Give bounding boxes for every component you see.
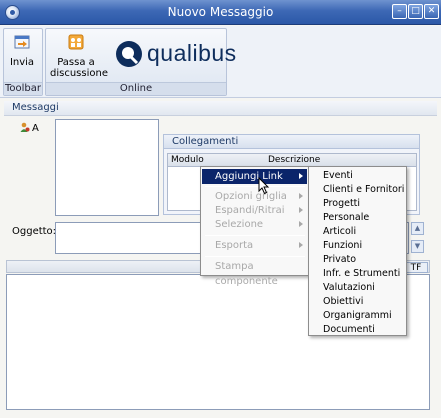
minimize-button[interactable]: – — [392, 4, 407, 19]
discussion-label-1: Passa a — [57, 57, 95, 68]
column-header-description[interactable]: Descrizione — [268, 154, 320, 166]
group-label-online: Online — [46, 82, 226, 95]
discussion-label-2: discussione — [50, 68, 108, 79]
section-header-messages: Messaggi — [4, 101, 437, 116]
send-button[interactable]: Invia — [7, 34, 37, 68]
discussion-button[interactable]: Passa a discussione — [50, 34, 108, 79]
submenu-item[interactable]: Infr. e Strumenti — [310, 267, 406, 281]
send-icon — [14, 35, 30, 49]
menu-item-label: Opzioni griglia — [215, 191, 287, 202]
discussion-icon — [68, 34, 84, 50]
submenu-item[interactable]: Organigrammi — [310, 309, 406, 323]
menu-item-label: Selezione — [215, 219, 264, 230]
submenu-item[interactable]: Valutazioni — [310, 281, 406, 295]
submenu-arrow-icon — [299, 193, 303, 199]
maximize-button[interactable]: □ — [408, 4, 423, 19]
group-label-toolbar: Toolbar — [4, 82, 42, 95]
logo-text: qualibus — [147, 40, 237, 66]
title-bar: Nuovo Messaggio – □ ✕ — [0, 0, 441, 25]
menu-item-add-link[interactable]: Aggiungi Link — [202, 169, 307, 184]
context-menu: Aggiungi Link Opzioni griglia Espandi/Ri… — [200, 166, 309, 287]
submenu-arrow-icon — [299, 173, 303, 179]
menu-separator — [205, 235, 305, 236]
menu-item-grid-options[interactable]: Opzioni griglia — [202, 189, 307, 204]
contacts-icon — [20, 122, 30, 132]
recipients-field[interactable] — [55, 119, 159, 216]
submenu-item[interactable]: Articoli — [310, 225, 406, 239]
menu-item-expand-collapse[interactable]: Espandi/Ritrai — [202, 203, 307, 218]
submenu-arrow-icon — [299, 207, 303, 213]
submenu-item[interactable]: Documenti — [310, 323, 406, 337]
window-title: Nuovo Messaggio — [167, 5, 274, 19]
menu-item-label: Esporta — [215, 240, 254, 251]
menu-item-export[interactable]: Esporta — [202, 238, 307, 253]
logo-mark-icon — [116, 41, 142, 67]
menu-item-label: Aggiungi Link — [215, 171, 283, 182]
menu-item-label: Espandi/Ritrai — [215, 205, 285, 216]
submenu-item[interactable]: Funzioni — [310, 239, 406, 253]
ribbon: Toolbar Online Invia Passa a discussione… — [0, 26, 441, 98]
menu-separator — [205, 186, 305, 187]
close-button[interactable]: ✕ — [424, 4, 439, 19]
links-panel-title: Collegamenti — [164, 135, 419, 149]
mouse-cursor-icon — [258, 177, 270, 195]
menu-item-print-component[interactable]: Stampa componente — [202, 259, 307, 287]
submenu-item[interactable]: Privato — [310, 253, 406, 267]
format-button[interactable]: TF — [404, 262, 428, 273]
submenu-item[interactable]: Eventi — [310, 169, 406, 183]
menu-item-selection[interactable]: Selezione — [202, 217, 307, 232]
add-link-submenu: Eventi Clienti e Fornitori Progetti Pers… — [308, 166, 407, 336]
menu-item-label: Stampa componente — [215, 261, 278, 287]
subject-label: Oggetto: — [12, 226, 57, 237]
scroll-up-button[interactable]: ▲ — [411, 222, 424, 235]
menu-separator — [205, 256, 305, 257]
submenu-item[interactable]: Obiettivi — [310, 295, 406, 309]
submenu-item[interactable]: Clienti e Fornitori — [310, 183, 406, 197]
submenu-item[interactable]: Progetti — [310, 197, 406, 211]
submenu-item[interactable]: Personale — [310, 211, 406, 225]
submenu-arrow-icon — [299, 221, 303, 227]
scroll-down-button[interactable]: ▼ — [411, 240, 424, 253]
send-label: Invia — [9, 57, 35, 68]
recipients-label-text: A — [32, 123, 39, 134]
recipients-label[interactable]: A — [20, 122, 39, 134]
qualibus-logo: qualibus — [115, 38, 236, 70]
submenu-arrow-icon — [299, 242, 303, 248]
column-header-module[interactable]: Modulo — [171, 154, 204, 166]
